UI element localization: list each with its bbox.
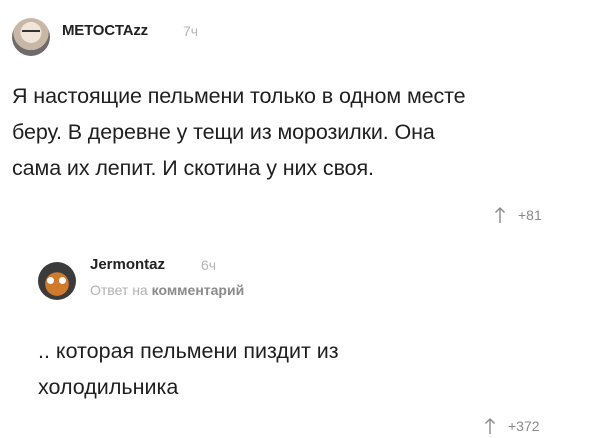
comment-body-line: сама их лепит. И скотина у них своя. <box>12 156 374 180</box>
glasses-icon <box>22 30 40 37</box>
arrow-up-icon[interactable] <box>494 206 506 224</box>
reply-body-line: .. которая пельмени пиздит из <box>38 339 339 363</box>
avatar[interactable] <box>38 262 76 300</box>
eye-icon <box>59 277 66 284</box>
eye-icon <box>47 277 54 284</box>
reply-to-line: Ответ на комментарий <box>90 282 244 298</box>
reply-time: 6ч <box>201 257 217 273</box>
reply-body-line: холодильника <box>38 375 179 399</box>
rating-value: +372 <box>508 418 540 434</box>
arrow-up-icon[interactable] <box>484 417 496 435</box>
comment-body: Я настоящие пельмени только в одном мест… <box>12 78 597 186</box>
reply-body: .. которая пельмени пиздит из холодильни… <box>38 333 578 405</box>
comment-author[interactable]: METOCTAzz <box>62 22 148 39</box>
comment-time: 7ч <box>183 23 199 39</box>
reply-to-link[interactable]: комментарий <box>152 282 245 298</box>
rating-value: +81 <box>518 207 542 223</box>
reply-author[interactable]: Jermontaz <box>90 256 165 273</box>
reply-prefix: Ответ на <box>90 282 148 298</box>
comment-rating: +81 <box>494 206 542 224</box>
reply-rating: +372 <box>484 417 540 435</box>
comment-body-line: беру. В деревне у тещи из морозилки. Она <box>12 120 435 144</box>
avatar[interactable] <box>12 18 50 56</box>
comment-body-line: Я настоящие пельмени только в одном мест… <box>12 84 466 108</box>
